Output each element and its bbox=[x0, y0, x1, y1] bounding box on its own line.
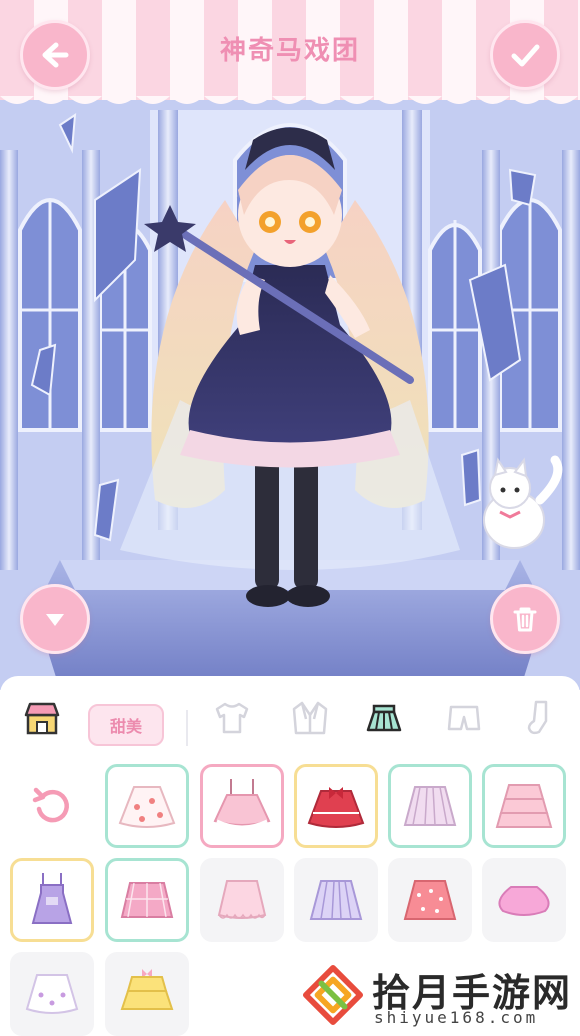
skirt-thumbnail bbox=[217, 880, 267, 919]
item-skirt-white-ribbon[interactable] bbox=[10, 952, 94, 1036]
awning-scallop bbox=[0, 96, 580, 104]
skirt-thumbnail bbox=[498, 886, 550, 916]
arrow-left-icon bbox=[42, 42, 69, 68]
remove-outfit-button[interactable] bbox=[490, 584, 560, 654]
skirt-thumbnail bbox=[403, 786, 457, 826]
skirt-thumbnail bbox=[118, 786, 176, 828]
item-skirt-red-bow[interactable] bbox=[294, 764, 378, 848]
skirt-thumbnail bbox=[309, 880, 363, 920]
collapse-panel-button[interactable] bbox=[20, 584, 90, 654]
skirt-thumbnail bbox=[495, 784, 553, 828]
item-overall-purple[interactable] bbox=[10, 858, 94, 942]
watermark-logo bbox=[302, 964, 364, 1026]
item-skirt-coral-dots[interactable] bbox=[388, 858, 472, 942]
shop-icon bbox=[24, 702, 60, 735]
style-filter-tag[interactable]: 甜美 bbox=[88, 704, 164, 746]
caret-down-icon bbox=[46, 614, 64, 626]
trash-icon bbox=[513, 607, 537, 632]
watermark: 拾月手游网 shiyue168.com bbox=[300, 958, 580, 1031]
confirm-button[interactable] bbox=[490, 20, 560, 90]
category-shorts[interactable] bbox=[442, 696, 486, 740]
game-scene: 神奇马戏团 bbox=[0, 0, 580, 690]
item-skirt-lavender-pleated[interactable] bbox=[294, 858, 378, 942]
category-socks[interactable] bbox=[518, 696, 562, 740]
skirt-thumbnail bbox=[25, 974, 79, 1014]
watermark-url: shiyue168.com bbox=[374, 1008, 539, 1027]
jacket-icon bbox=[292, 701, 328, 735]
shorts-icon bbox=[447, 705, 481, 731]
tshirt-icon bbox=[215, 702, 249, 734]
sock-icon bbox=[527, 700, 548, 735]
reset-icon bbox=[32, 787, 69, 823]
skirt-thumbnail bbox=[120, 969, 174, 1010]
back-button[interactable] bbox=[20, 20, 90, 90]
item-skirt-lilac-pleated[interactable] bbox=[388, 764, 472, 848]
shop-button[interactable] bbox=[20, 696, 64, 740]
category-skirt[interactable] bbox=[362, 696, 406, 740]
category-top[interactable] bbox=[210, 696, 254, 740]
skirt-icon bbox=[366, 704, 402, 732]
item-skirt-pink-suspender[interactable] bbox=[200, 764, 284, 848]
skirt-thumbnail bbox=[403, 880, 457, 920]
overall-thumbnail bbox=[31, 873, 73, 924]
category-jacket[interactable] bbox=[288, 696, 332, 740]
item-skirt-strawberry[interactable] bbox=[105, 764, 189, 848]
skirt-thumbnail bbox=[213, 779, 271, 829]
item-skirt-yellow-tiered[interactable] bbox=[105, 952, 189, 1036]
divider bbox=[186, 710, 188, 746]
item-skirt-pink-bubble[interactable] bbox=[482, 858, 566, 942]
skirt-thumbnail bbox=[120, 882, 174, 918]
item-skirt-pink-plaid[interactable] bbox=[105, 858, 189, 942]
item-skirt-pink-lace[interactable] bbox=[200, 858, 284, 942]
check-icon bbox=[511, 44, 540, 67]
category-bar: 甜美 bbox=[0, 688, 580, 748]
skirt-thumbnail bbox=[307, 787, 365, 828]
item-skirt-pink-tiered[interactable] bbox=[482, 764, 566, 848]
reset-button[interactable] bbox=[10, 764, 94, 848]
